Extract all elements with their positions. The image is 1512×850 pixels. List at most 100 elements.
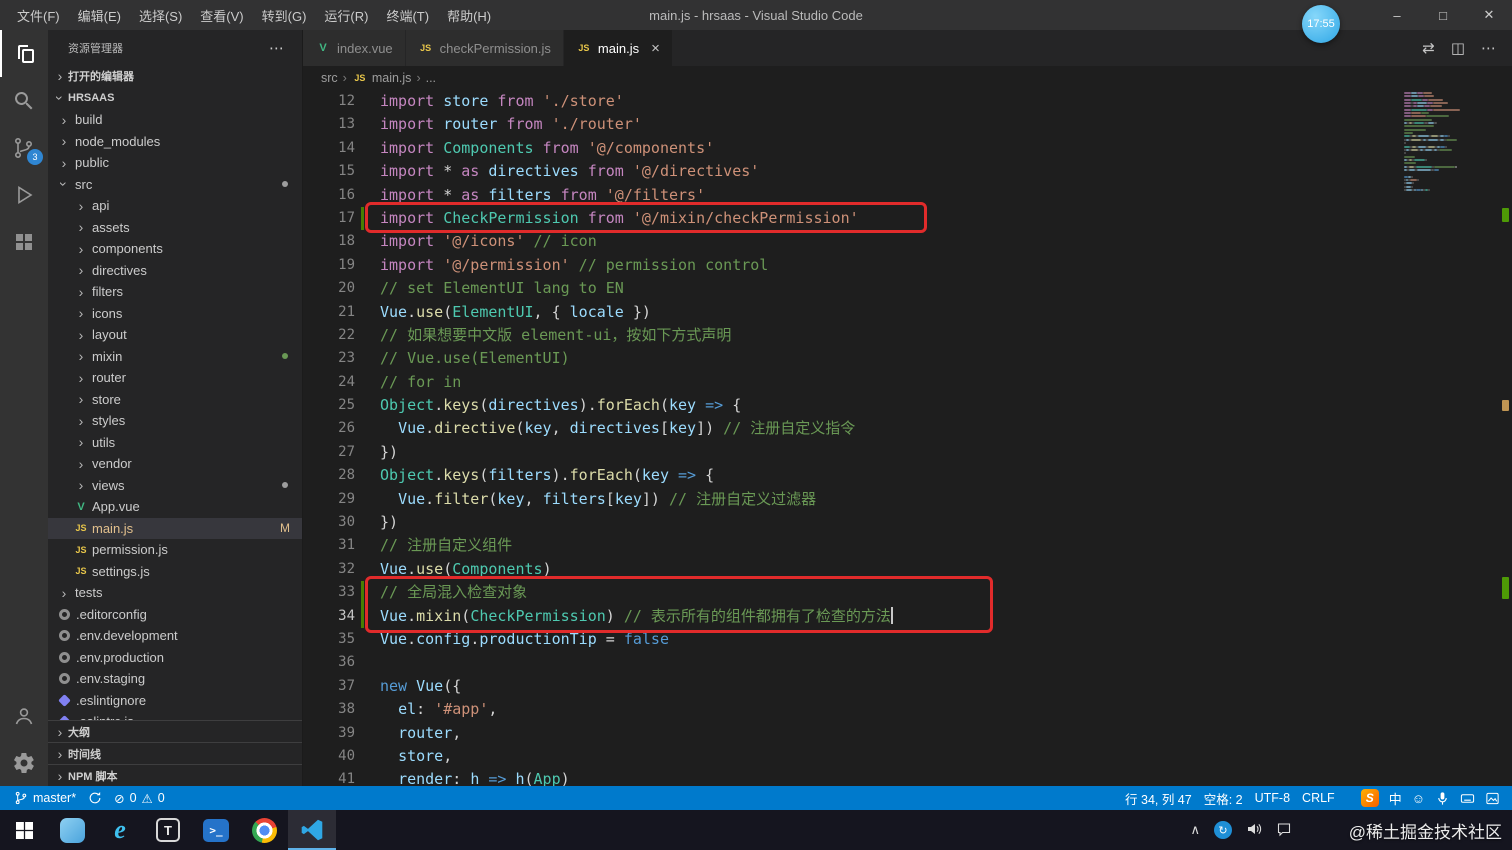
- code-line[interactable]: 25 Object.keys(directives).forEach(key =>…: [303, 394, 1400, 417]
- code-line[interactable]: 34 Vue.mixin(CheckPermission) // 表示所有的组件都…: [303, 604, 1400, 628]
- tree-item-api[interactable]: › api: [48, 195, 302, 217]
- code-line[interactable]: 38 el: '#app',: [303, 698, 1400, 721]
- code-line[interactable]: 24 // for in: [303, 371, 1400, 394]
- extensions-icon[interactable]: [0, 218, 48, 265]
- run-debug-icon[interactable]: [0, 171, 48, 218]
- tree-item-.editorconfig[interactable]: .editorconfig: [48, 604, 302, 626]
- code-line[interactable]: 41 render: h => h(App): [303, 768, 1400, 786]
- code-text[interactable]: Vue.use(ElementUI, { locale }): [364, 301, 651, 324]
- sync-item[interactable]: [82, 786, 108, 810]
- code-text[interactable]: // set ElementUI lang to EN: [364, 277, 624, 300]
- code-text[interactable]: Vue.directive(key, directives[key]) // 注…: [364, 417, 855, 440]
- tree-item-styles[interactable]: › styles: [48, 410, 302, 432]
- code-text[interactable]: // 如果想要中文版 element-ui，按如下方式声明: [364, 324, 731, 347]
- taskbar-chrome-app[interactable]: [240, 810, 288, 850]
- tree-item-layout[interactable]: › layout: [48, 324, 302, 346]
- tree-item-directives[interactable]: › directives: [48, 260, 302, 282]
- taskbar-vscode-app[interactable]: [288, 810, 336, 850]
- code-line[interactable]: 13 import router from './router': [303, 113, 1400, 136]
- tree-item-tests[interactable]: › tests: [48, 582, 302, 604]
- code-line[interactable]: 39 router,: [303, 722, 1400, 745]
- code-text[interactable]: // 注册自定义组件: [364, 534, 512, 557]
- problems-item[interactable]: ⊘ 0 ⚠ 0: [108, 786, 171, 810]
- code-text[interactable]: Vue.use(Components): [364, 558, 552, 581]
- close-button[interactable]: ✕: [1466, 0, 1512, 30]
- code-text[interactable]: render: h => h(App): [364, 768, 570, 786]
- code-line[interactable]: 16 import * as filters from '@/filters': [303, 184, 1400, 207]
- tab-main.js[interactable]: JS main.js ×: [563, 30, 673, 66]
- encoding-item[interactable]: UTF-8: [1249, 791, 1296, 805]
- code-line[interactable]: 26 Vue.directive(key, directives[key]) /…: [303, 417, 1400, 440]
- code-line[interactable]: 17 import CheckPermission from '@/mixin/c…: [303, 206, 1400, 231]
- tree-item-public[interactable]: › public: [48, 152, 302, 174]
- code-line[interactable]: 19 import '@/permission' // permission co…: [303, 254, 1400, 277]
- code-text[interactable]: import router from './router': [364, 113, 642, 136]
- indent-item[interactable]: 空格: 2: [1198, 789, 1249, 808]
- code-line[interactable]: 15 import * as directives from '@/directi…: [303, 160, 1400, 183]
- tree-item-components[interactable]: › components: [48, 238, 302, 260]
- update-tray-icon[interactable]: ↻: [1214, 821, 1232, 839]
- tree-item-settings.js[interactable]: JS settings.js: [48, 561, 302, 583]
- code-text[interactable]: }): [364, 441, 398, 464]
- keyboard-icon[interactable]: [1460, 791, 1475, 806]
- code-text[interactable]: // Vue.use(ElementUI): [364, 347, 570, 370]
- tree-item-.eslintrc.js[interactable]: .eslintrc.js: [48, 711, 302, 720]
- code-line[interactable]: 36: [303, 651, 1400, 674]
- tree-item-.eslintignore[interactable]: .eslintignore: [48, 690, 302, 712]
- emoji-icon[interactable]: ☺: [1412, 791, 1425, 806]
- tree-item-utils[interactable]: › utils: [48, 432, 302, 454]
- code-text[interactable]: [364, 651, 380, 674]
- tree-item-permission.js[interactable]: JS permission.js: [48, 539, 302, 561]
- sogou-ime-icon[interactable]: S: [1360, 789, 1379, 807]
- code-text[interactable]: import '@/permission' // permission cont…: [364, 254, 768, 277]
- code-text[interactable]: // 全局混入检查对象: [364, 581, 527, 604]
- search-icon[interactable]: [0, 77, 48, 124]
- code-line[interactable]: 29 Vue.filter(key, filters[key]) // 注册自定…: [303, 488, 1400, 511]
- tree-item-filters[interactable]: › filters: [48, 281, 302, 303]
- code-text[interactable]: import * as filters from '@/filters': [364, 184, 705, 207]
- tree-item-App.vue[interactable]: V App.vue: [48, 496, 302, 518]
- code-line[interactable]: 37 new Vue({: [303, 675, 1400, 698]
- taskbar-start-icon[interactable]: [0, 810, 48, 850]
- code-text[interactable]: Vue.mixin(CheckPermission) // 表示所有的组件都拥有…: [364, 605, 893, 628]
- code-line[interactable]: 30}): [303, 511, 1400, 534]
- menu-item[interactable]: 文件(F): [8, 0, 69, 30]
- code-line[interactable]: 23 // Vue.use(ElementUI): [303, 347, 1400, 370]
- code-text[interactable]: Vue.config.productionTip = false: [364, 628, 669, 651]
- ime-mode-indicator[interactable]: 中: [1389, 789, 1402, 808]
- microphone-icon[interactable]: [1435, 791, 1450, 806]
- breadcrumb-item[interactable]: src: [321, 71, 338, 85]
- breadcrumb-item[interactable]: JS main.js: [352, 70, 411, 86]
- open-changes-icon[interactable]: ⇄: [1422, 39, 1435, 57]
- tree-item-icons[interactable]: › icons: [48, 303, 302, 325]
- tree-item-views[interactable]: › views: [48, 475, 302, 497]
- cursor-position-item[interactable]: 行 34, 列 47: [1119, 789, 1198, 808]
- more-actions-icon[interactable]: ⋯: [269, 39, 284, 57]
- taskbar-typora-app[interactable]: T: [144, 810, 192, 850]
- section-NPM 脚本[interactable]: › NPM 脚本: [48, 764, 302, 786]
- tab-checkPermission.js[interactable]: JS checkPermission.js: [405, 30, 564, 66]
- code-line[interactable]: 20 // set ElementUI lang to EN: [303, 277, 1400, 300]
- code-text[interactable]: import Components from '@/components': [364, 137, 714, 160]
- code-line[interactable]: 18 import '@/icons' // icon: [303, 230, 1400, 253]
- minimize-button[interactable]: –: [1374, 0, 1420, 30]
- menu-item[interactable]: 查看(V): [191, 0, 252, 30]
- code-text[interactable]: new Vue({: [364, 675, 461, 698]
- code-line[interactable]: 35 Vue.config.productionTip = false: [303, 628, 1400, 651]
- menu-item[interactable]: 选择(S): [130, 0, 191, 30]
- section-时间线[interactable]: › 时间线: [48, 742, 302, 764]
- workspace-root-section[interactable]: › HRSAAS: [48, 87, 302, 109]
- tree-item-router[interactable]: › router: [48, 367, 302, 389]
- code-text[interactable]: }): [364, 511, 398, 534]
- menu-item[interactable]: 转到(G): [253, 0, 316, 30]
- git-branch-item[interactable]: master*: [8, 786, 82, 810]
- menu-item[interactable]: 运行(R): [315, 0, 377, 30]
- code-line[interactable]: 31 // 注册自定义组件: [303, 534, 1400, 557]
- tree-item-src[interactable]: › src: [48, 174, 302, 196]
- eol-item[interactable]: CRLF: [1296, 791, 1341, 805]
- code-line[interactable]: 21 Vue.use(ElementUI, { locale }): [303, 301, 1400, 324]
- code-line[interactable]: 12 import store from './store': [303, 90, 1400, 113]
- code-text[interactable]: Object.keys(directives).forEach(key => {: [364, 394, 741, 417]
- settings-gear-icon[interactable]: [0, 739, 48, 786]
- tree-item-.env.staging[interactable]: .env.staging: [48, 668, 302, 690]
